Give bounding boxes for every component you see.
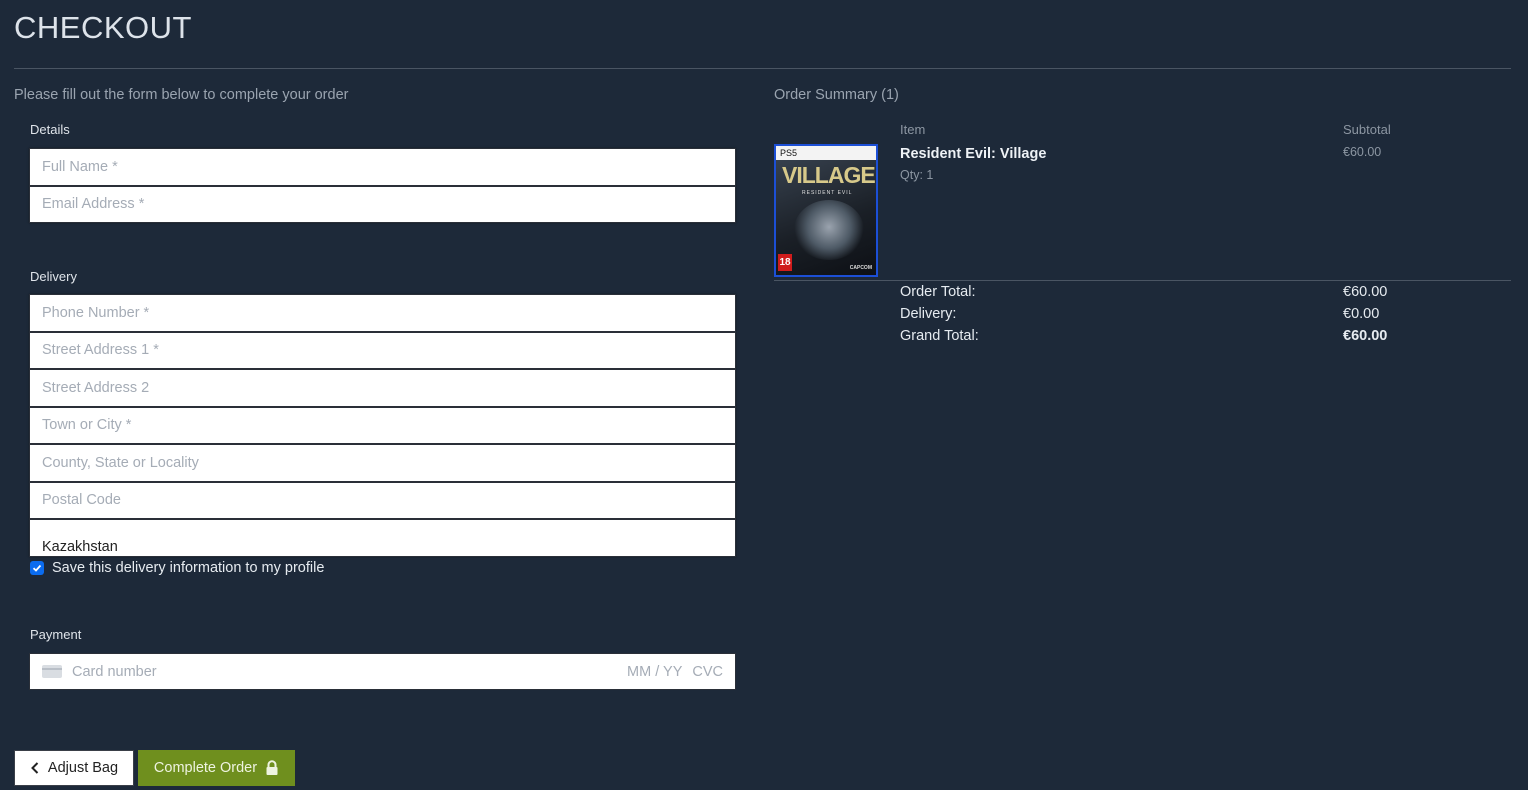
county-field[interactable]: County, State or Locality	[29, 444, 736, 482]
publisher-logo: CAPCOM	[849, 265, 872, 271]
delivery-cost-label: Delivery:	[900, 306, 957, 322]
complete-order-label: Complete Order	[153, 760, 258, 776]
ps5-logo: PS5	[776, 146, 876, 160]
town-city-field[interactable]: Town or City *	[29, 406, 736, 444]
order-summary-title: Order Summary (1)	[774, 87, 899, 103]
country-select[interactable]: Kazakhstan	[29, 519, 736, 557]
product-image[interactable]: PS5 VILLAGE RESIDENT EVIL 18 CAPCOM	[774, 144, 878, 277]
item-column-header: Item	[900, 122, 926, 137]
grand-total-label: Grand Total:	[900, 328, 979, 344]
product-subtotal: €60.00	[1343, 145, 1382, 159]
street-address-1-field[interactable]: Street Address 1 *	[29, 331, 736, 369]
delivery-cost-value: €0.00	[1343, 306, 1380, 322]
complete-order-button[interactable]: Complete Order	[138, 750, 295, 786]
product-qty: Qty: 1	[900, 168, 934, 182]
grand-total-value: €60.00	[1343, 328, 1388, 344]
order-total-label: Order Total:	[900, 284, 976, 300]
form-instructions: Please fill out the form below to comple…	[14, 87, 349, 103]
save-info-row: Save this delivery information to my pro…	[30, 560, 324, 576]
cover-art	[794, 200, 864, 260]
full-name-field[interactable]: Full Name *	[29, 148, 736, 186]
product-name: Resident Evil: Village	[900, 146, 1047, 162]
subtotal-column-header: Subtotal	[1343, 122, 1391, 137]
email-field[interactable]: Email Address *	[29, 185, 736, 223]
cover-subtitle: RESIDENT EVIL	[802, 190, 853, 196]
age-rating-badge: 18	[778, 254, 792, 271]
delivery-label: Delivery	[30, 269, 77, 284]
postal-code-field[interactable]: Postal Code	[29, 481, 736, 519]
save-info-checkbox[interactable]	[30, 561, 44, 575]
cover-title: VILLAGE	[782, 162, 876, 188]
credit-card-icon	[42, 665, 62, 678]
cvc-placeholder[interactable]: CVC	[692, 664, 723, 680]
chevron-left-icon	[31, 762, 39, 774]
details-fieldset: Full Name * Email Address *	[29, 148, 736, 223]
divider	[14, 68, 1511, 69]
check-icon	[32, 564, 42, 572]
expiry-placeholder[interactable]: MM / YY	[627, 664, 682, 680]
card-input[interactable]: Card number MM / YY CVC	[29, 653, 736, 690]
lock-icon	[266, 760, 278, 775]
payment-label: Payment	[30, 627, 82, 642]
adjust-bag-button[interactable]: Adjust Bag	[14, 750, 134, 786]
page-title: CHECKOUT	[14, 10, 192, 45]
order-total-value: €60.00	[1343, 284, 1388, 300]
summary-divider	[774, 280, 1511, 281]
adjust-bag-label: Adjust Bag	[47, 760, 119, 776]
card-number-placeholder[interactable]: Card number	[72, 664, 157, 680]
street-address-2-field[interactable]: Street Address 2	[29, 369, 736, 407]
details-label: Details	[30, 122, 70, 137]
save-info-label[interactable]: Save this delivery information to my pro…	[52, 560, 324, 576]
phone-number-field[interactable]: Phone Number *	[29, 294, 736, 332]
delivery-fieldset: Phone Number * Street Address 1 * Street…	[29, 294, 736, 557]
